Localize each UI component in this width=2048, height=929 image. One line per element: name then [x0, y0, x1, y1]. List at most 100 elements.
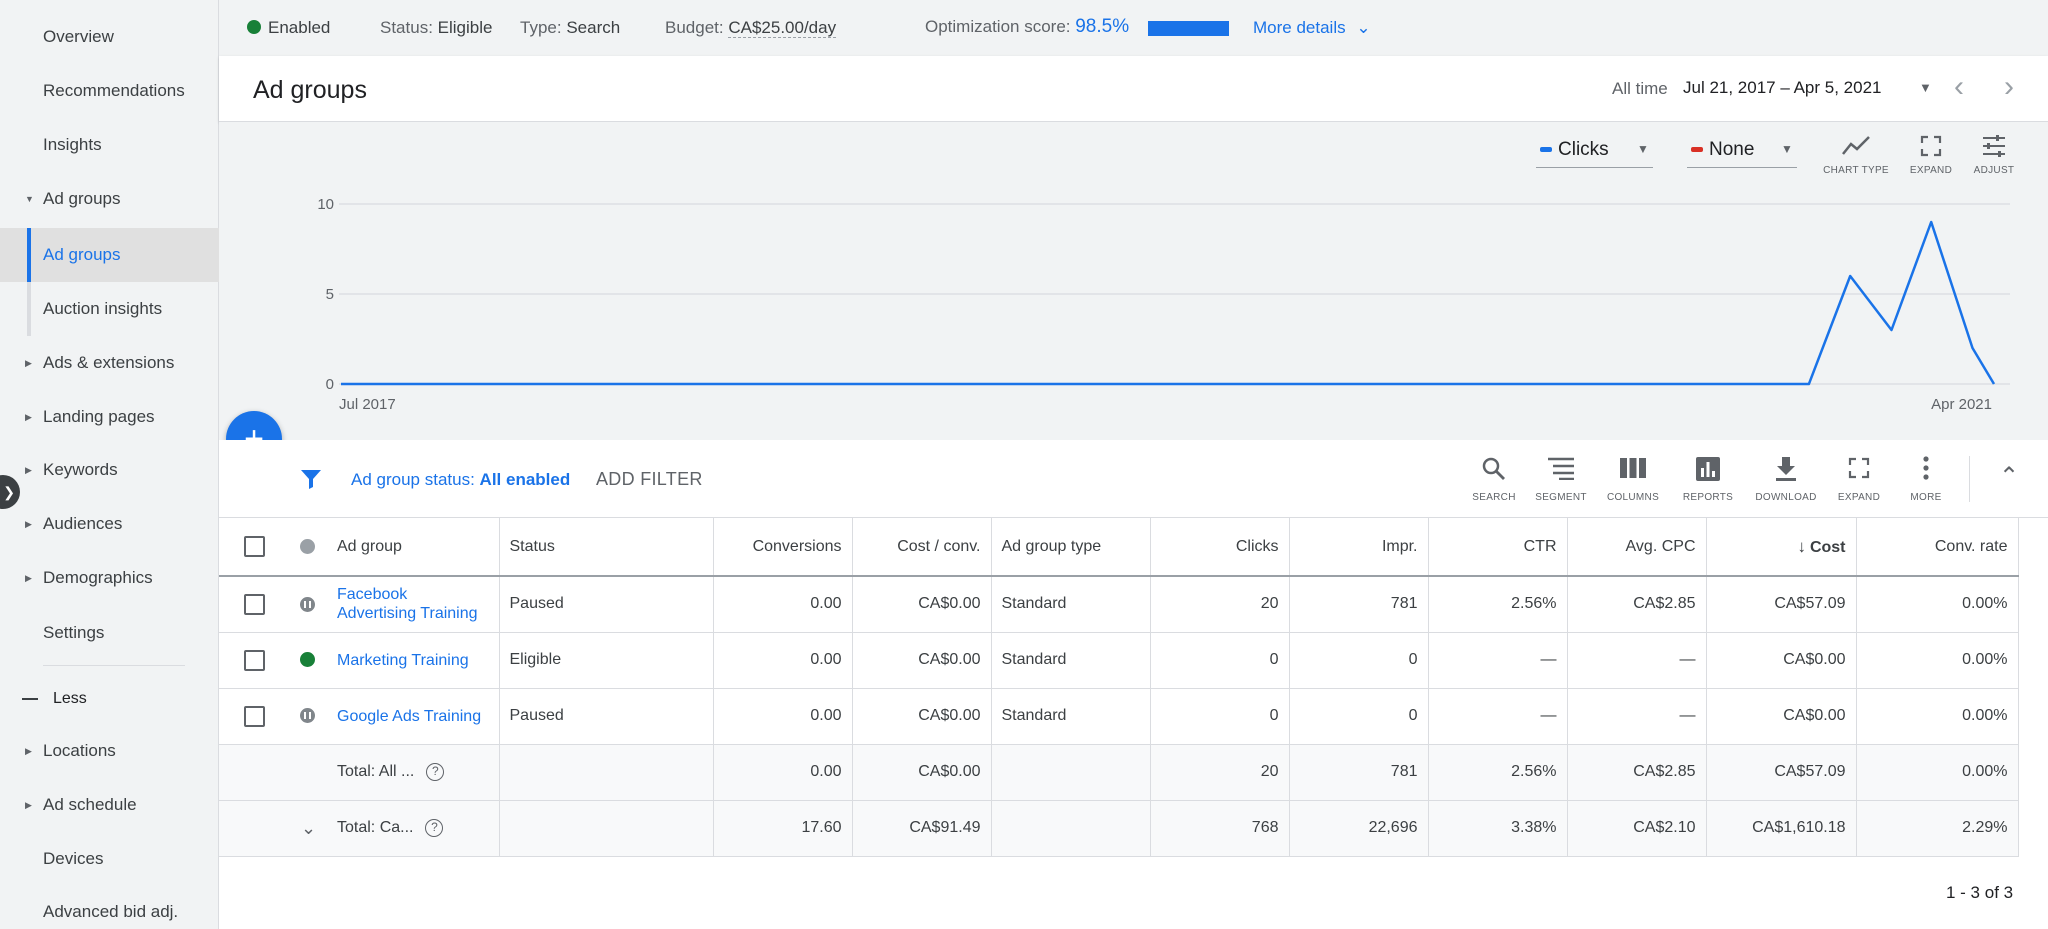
col-status[interactable]: Status — [499, 518, 714, 577]
download-svg — [1776, 457, 1796, 481]
nav-demographics[interactable]: ▶ Demographics — [0, 551, 219, 605]
optimization-score-bar — [1148, 21, 1229, 36]
budget-info[interactable]: Budget: CA$25.00/day — [665, 18, 837, 38]
nav-devices[interactable]: Devices — [0, 832, 219, 886]
ad-group-link[interactable]: Google Ads Training — [327, 688, 500, 745]
impr-cell: 0 — [1289, 632, 1429, 689]
nav-overview[interactable]: Overview — [0, 10, 219, 64]
status-dot-icon[interactable] — [300, 538, 315, 554]
row-checkbox[interactable] — [244, 705, 265, 727]
columns-button[interactable]: COLUMNS — [1597, 456, 1669, 503]
paused-icon[interactable] — [300, 708, 315, 724]
empty-cell — [991, 800, 1151, 857]
segment-icon — [1525, 456, 1597, 486]
columns-svg — [1620, 458, 1646, 478]
nav-ad-groups-section[interactable]: ▼ Ad groups — [0, 172, 219, 226]
nav-landing-pages[interactable]: ▶ Landing pages — [0, 390, 219, 444]
segment-button[interactable]: SEGMENT — [1525, 456, 1597, 503]
tool-label: DOWNLOAD — [1755, 492, 1817, 503]
col-cost[interactable]: ↓ Cost — [1706, 518, 1857, 577]
nav-label: Audiences — [43, 514, 123, 533]
cpc-cell: CA$2.85 — [1567, 576, 1707, 633]
table-expand-button[interactable]: EXPAND — [1823, 456, 1895, 503]
y-tick-label: 5 — [326, 286, 334, 303]
conversions-cell: 0.00 — [713, 576, 853, 633]
total-row: ⌄ Total: Ca...? 17.60 CA$91.49 768 22,69… — [219, 800, 2019, 857]
search-button[interactable]: SEARCH — [1458, 456, 1530, 503]
nav-ad-groups[interactable]: Ad groups — [0, 228, 219, 282]
chevron-left-icon[interactable]: ‹ — [1954, 70, 1964, 104]
col-ad-group-type[interactable]: Ad group type — [991, 518, 1151, 577]
help-icon[interactable]: ? — [425, 819, 444, 837]
nav-locations[interactable]: ▶ Locations — [0, 724, 219, 778]
col-clicks[interactable]: Clicks — [1150, 518, 1290, 577]
nav-label: Advanced bid adj. — [43, 902, 179, 921]
nav-advanced-bid[interactable]: Advanced bid adj. — [0, 885, 219, 929]
enabled-status[interactable]: Enabled — [247, 18, 330, 38]
x-tick-label-end: Apr 2021 — [1931, 396, 1992, 413]
chevron-right-icon: ❯ — [3, 483, 15, 500]
row-select-cell — [219, 576, 275, 633]
more-details-button[interactable]: More details ⌄ — [1253, 18, 1371, 38]
nav-label: Keywords — [43, 460, 118, 479]
row-checkbox[interactable] — [244, 649, 265, 671]
nav-audiences[interactable]: ▶ Audiences — [0, 497, 219, 551]
empty-cell — [499, 800, 714, 857]
add-filter-button[interactable]: ADD FILTER — [596, 469, 703, 490]
fullscreen-icon — [1823, 456, 1895, 486]
reports-button[interactable]: REPORTS — [1672, 456, 1744, 503]
caret-right-icon: ▶ — [25, 799, 32, 810]
nav-label: Insights — [43, 135, 102, 154]
type-cell: Standard — [991, 632, 1151, 689]
clicks-cell: 20 — [1150, 744, 1290, 801]
opt-value: 98.5% — [1075, 16, 1130, 37]
download-icon — [1750, 456, 1822, 486]
status-cell: Paused — [499, 688, 714, 745]
enabled-dot-icon[interactable] — [300, 652, 315, 668]
total-label: Total: All ... — [337, 763, 415, 780]
paused-icon[interactable] — [300, 596, 315, 612]
col-ad-group[interactable]: Ad group — [327, 518, 500, 577]
ad-group-link[interactable]: Marketing Training — [327, 632, 500, 689]
optimization-score[interactable]: Optimization score: 98.5% — [925, 16, 1129, 38]
status-info: Status: Eligible — [380, 18, 492, 38]
nav-insights[interactable]: Insights — [0, 118, 219, 172]
chart-svg: 10 5 0 Jul 2017 Apr 2021 — [317, 196, 2010, 413]
more-button[interactable]: MORE — [1890, 456, 1962, 503]
col-cost-conv[interactable]: Cost / conv. — [852, 518, 992, 577]
nav-ads-extensions[interactable]: ▶ Ads & extensions — [0, 336, 219, 390]
ctr-cell: — — [1428, 632, 1568, 689]
chevron-right-icon[interactable]: › — [2004, 70, 2014, 104]
col-conv-rate[interactable]: Conv. rate — [1856, 518, 2019, 577]
cpc-cell: CA$2.85 — [1567, 744, 1707, 801]
caret-right-icon: ▶ — [25, 572, 32, 583]
col-impr[interactable]: Impr. — [1289, 518, 1429, 577]
type-value: Search — [566, 18, 621, 37]
empty-cell — [275, 744, 327, 801]
status-label: Status: — [380, 18, 433, 37]
caret-down-icon[interactable]: ▼ — [1919, 80, 1932, 95]
nav-ad-schedule[interactable]: ▶ Ad schedule — [0, 778, 219, 832]
page-title: Ad groups — [253, 76, 367, 104]
nav-auction-insights[interactable]: Auction insights — [0, 282, 219, 336]
nav-recommendations[interactable]: Recommendations — [0, 64, 219, 118]
chevron-down-icon[interactable]: ⌄ — [301, 818, 316, 838]
col-avg-cpc[interactable]: Avg. CPC — [1567, 518, 1707, 577]
nav-settings[interactable]: Settings — [0, 606, 219, 660]
ad-group-link[interactable]: Facebook Advertising Training — [327, 576, 500, 633]
status-dot-header — [275, 518, 327, 577]
conversions-cell: 0.00 — [713, 688, 853, 745]
download-button[interactable]: DOWNLOAD — [1750, 456, 1822, 503]
columns-icon — [1597, 456, 1669, 486]
filter-icon[interactable] — [299, 467, 323, 491]
col-conversions[interactable]: Conversions — [713, 518, 853, 577]
date-range-picker[interactable]: Jul 21, 2017 – Apr 5, 2021 — [1683, 78, 1882, 98]
row-checkbox[interactable] — [244, 593, 265, 615]
col-ctr[interactable]: CTR — [1428, 518, 1568, 577]
collapse-chevron-up-icon[interactable]: ⌃ — [1999, 462, 2019, 491]
status-filter-chip[interactable]: Ad group status: All enabled — [351, 470, 570, 490]
select-all-checkbox[interactable] — [244, 536, 265, 557]
tool-label: COLUMNS — [1606, 492, 1660, 503]
nav-keywords[interactable]: ▶ Keywords — [0, 443, 219, 497]
help-icon[interactable]: ? — [426, 763, 445, 781]
